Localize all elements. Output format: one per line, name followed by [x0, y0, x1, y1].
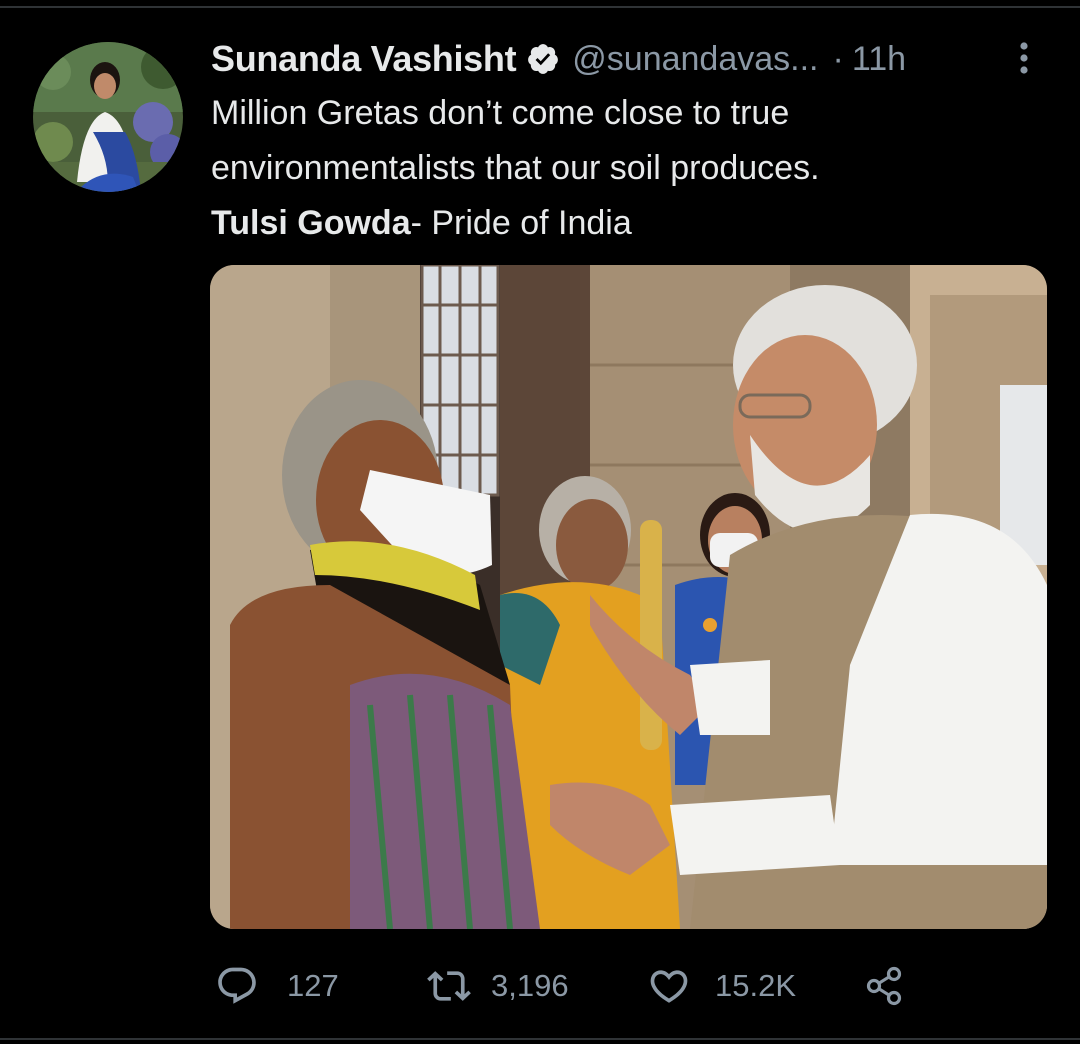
- display-name[interactable]: Sunanda Vashisht: [211, 38, 517, 80]
- tweet-photo[interactable]: [210, 265, 1047, 929]
- user-handle[interactable]: @sunandavas...: [572, 40, 818, 79]
- tweet-text-line: Tulsi Gowda- Pride of India: [211, 196, 1041, 251]
- verified-badge-icon: [526, 42, 560, 76]
- avatar[interactable]: [33, 42, 183, 192]
- retweet-arrows-icon: [427, 964, 471, 1008]
- reply-count: 127: [287, 968, 339, 1003]
- tweet-text-bold: Tulsi Gowda: [211, 204, 411, 242]
- heart-outline-icon: [647, 964, 691, 1008]
- reply-button[interactable]: 127: [215, 960, 339, 1012]
- separator-dot: ·: [832, 39, 844, 78]
- more-vertical-icon[interactable]: [1012, 38, 1036, 78]
- retweet-button[interactable]: 3,196: [427, 960, 569, 1012]
- tweet-header: Sunanda Vashisht @sunandavas... · 11h: [211, 34, 1041, 84]
- like-button[interactable]: 15.2K: [647, 960, 796, 1012]
- like-count: 15.2K: [715, 968, 797, 1003]
- tweet-action-bar: 127 3,196 15.2K: [215, 960, 935, 1012]
- comment-bubble-icon: [215, 964, 259, 1008]
- tweet-text: Million Gretas don’t come close to true …: [211, 86, 1041, 251]
- tweet-text-line: environmentalists that our soil produces…: [211, 149, 820, 187]
- retweet-count: 3,196: [491, 968, 569, 1003]
- share-nodes-icon: [862, 964, 906, 1008]
- bottom-divider: [0, 1038, 1080, 1040]
- timestamp[interactable]: 11h: [852, 40, 906, 79]
- share-button[interactable]: [862, 960, 906, 1012]
- tweet-text-line: Million Gretas don’t come close to true: [211, 94, 790, 132]
- tweet-text-tail: - Pride of India: [410, 204, 632, 242]
- top-divider: [0, 6, 1080, 8]
